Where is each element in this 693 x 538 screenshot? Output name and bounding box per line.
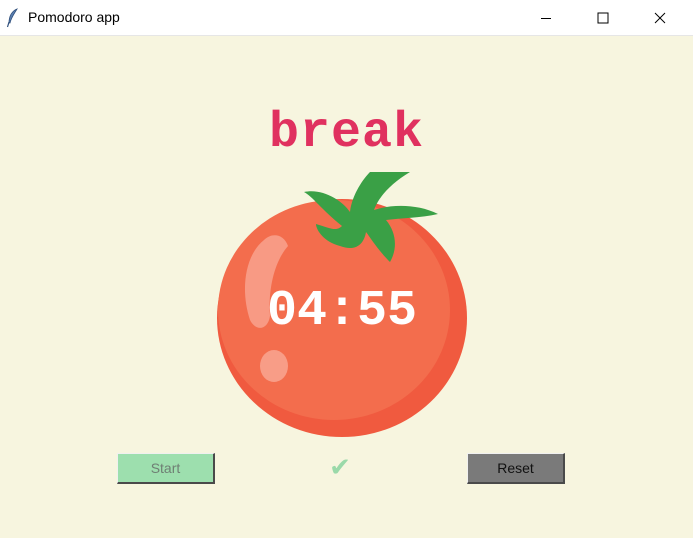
close-icon — [654, 12, 666, 23]
close-button[interactable] — [637, 0, 683, 35]
timer-display: 04:55 — [266, 283, 418, 340]
maximize-button[interactable] — [580, 0, 626, 35]
title-bar[interactable]: Pomodoro app — [0, 0, 693, 36]
minimize-icon — [541, 17, 551, 19]
minimize-button[interactable] — [523, 0, 569, 35]
mode-label: break — [268, 105, 425, 162]
start-button[interactable]: Start — [117, 453, 215, 484]
app-window: Pomodoro app break 04:55 Start ✔ Reset — [0, 0, 693, 538]
window-title: Pomodoro app — [28, 9, 120, 25]
maximize-icon — [597, 12, 609, 23]
feather-icon — [6, 8, 18, 28]
checkmark-icon: ✔ — [329, 453, 351, 483]
reset-button[interactable]: Reset — [467, 453, 565, 484]
